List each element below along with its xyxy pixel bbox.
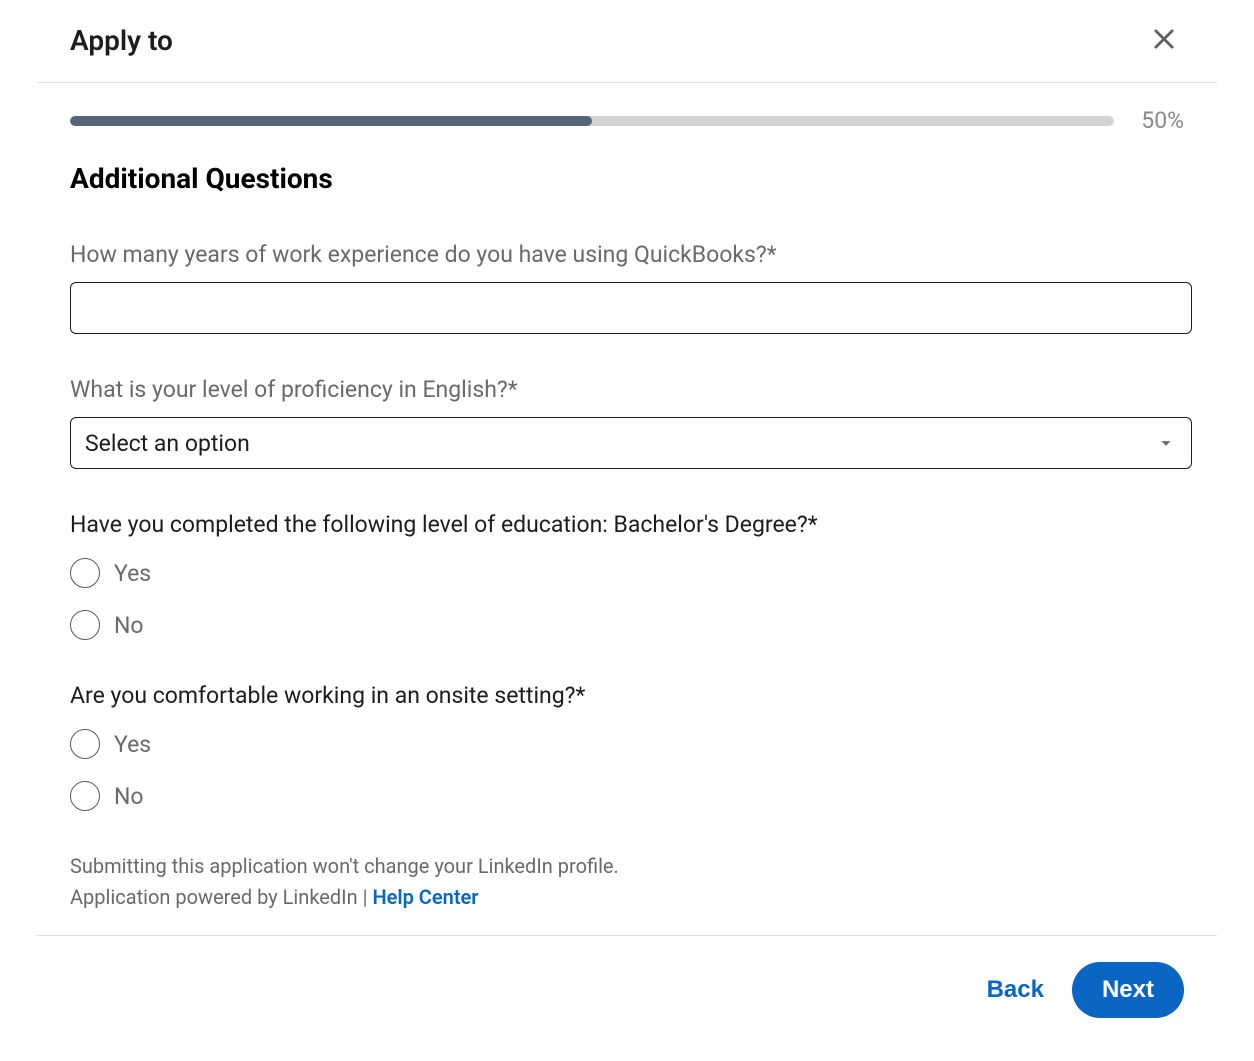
next-button[interactable]: Next [1072,962,1184,1018]
radio-option-no: No [70,610,1184,640]
disclaimer: Submitting this application won't change… [70,851,1184,935]
section-heading: Additional Questions [70,162,1184,195]
quickbooks-years-input[interactable] [70,282,1192,334]
modal-title: Apply to [70,24,173,57]
modal-footer: Back Next [37,935,1217,1044]
radio-yes-label: Yes [114,731,151,758]
radio-no-label: No [114,783,144,810]
progress-track [70,116,1114,126]
question-bachelors-degree: Have you completed the following level o… [70,509,1184,640]
question-quickbooks-years: How many years of work experience do you… [70,239,1184,334]
radio-yes-input[interactable] [70,558,100,588]
radio-yes-label: Yes [114,560,151,587]
question-label: Are you comfortable working in an onsite… [70,680,1184,711]
select-placeholder: Select an option [85,430,250,457]
radio-option-yes: Yes [70,729,1184,759]
question-english-proficiency: What is your level of proficiency in Eng… [70,374,1184,469]
close-icon [1150,25,1178,56]
powered-by-text: Application powered by LinkedIn [70,885,358,909]
progress-label: 50% [1132,107,1184,134]
progress-row: 50% [70,83,1184,134]
radio-yes-input[interactable] [70,729,100,759]
english-proficiency-select[interactable]: Select an option [70,417,1192,469]
radio-no-input[interactable] [70,610,100,640]
field-label: What is your level of proficiency in Eng… [70,374,1184,405]
disclaimer-line1: Submitting this application won't change… [70,851,1184,882]
radio-no-input[interactable] [70,781,100,811]
question-label: Have you completed the following level o… [70,509,1184,540]
back-button[interactable]: Back [983,966,1048,1014]
disclaimer-line2: Application powered by LinkedIn | Help C… [70,882,1184,913]
apply-modal: Apply to 50% Additional Questions How ma… [37,0,1217,1044]
caret-down-icon [1155,432,1177,454]
help-center-link[interactable]: Help Center [372,885,478,909]
radio-no-label: No [114,612,144,639]
radio-option-yes: Yes [70,558,1184,588]
separator: | [358,885,373,909]
progress-section: 50% Additional Questions How many years … [37,83,1217,935]
field-label: How many years of work experience do you… [70,239,1184,270]
close-button[interactable] [1144,20,1184,60]
progress-fill [70,116,592,126]
question-onsite-comfort: Are you comfortable working in an onsite… [70,680,1184,811]
radio-option-no: No [70,781,1184,811]
modal-header: Apply to [37,0,1217,83]
